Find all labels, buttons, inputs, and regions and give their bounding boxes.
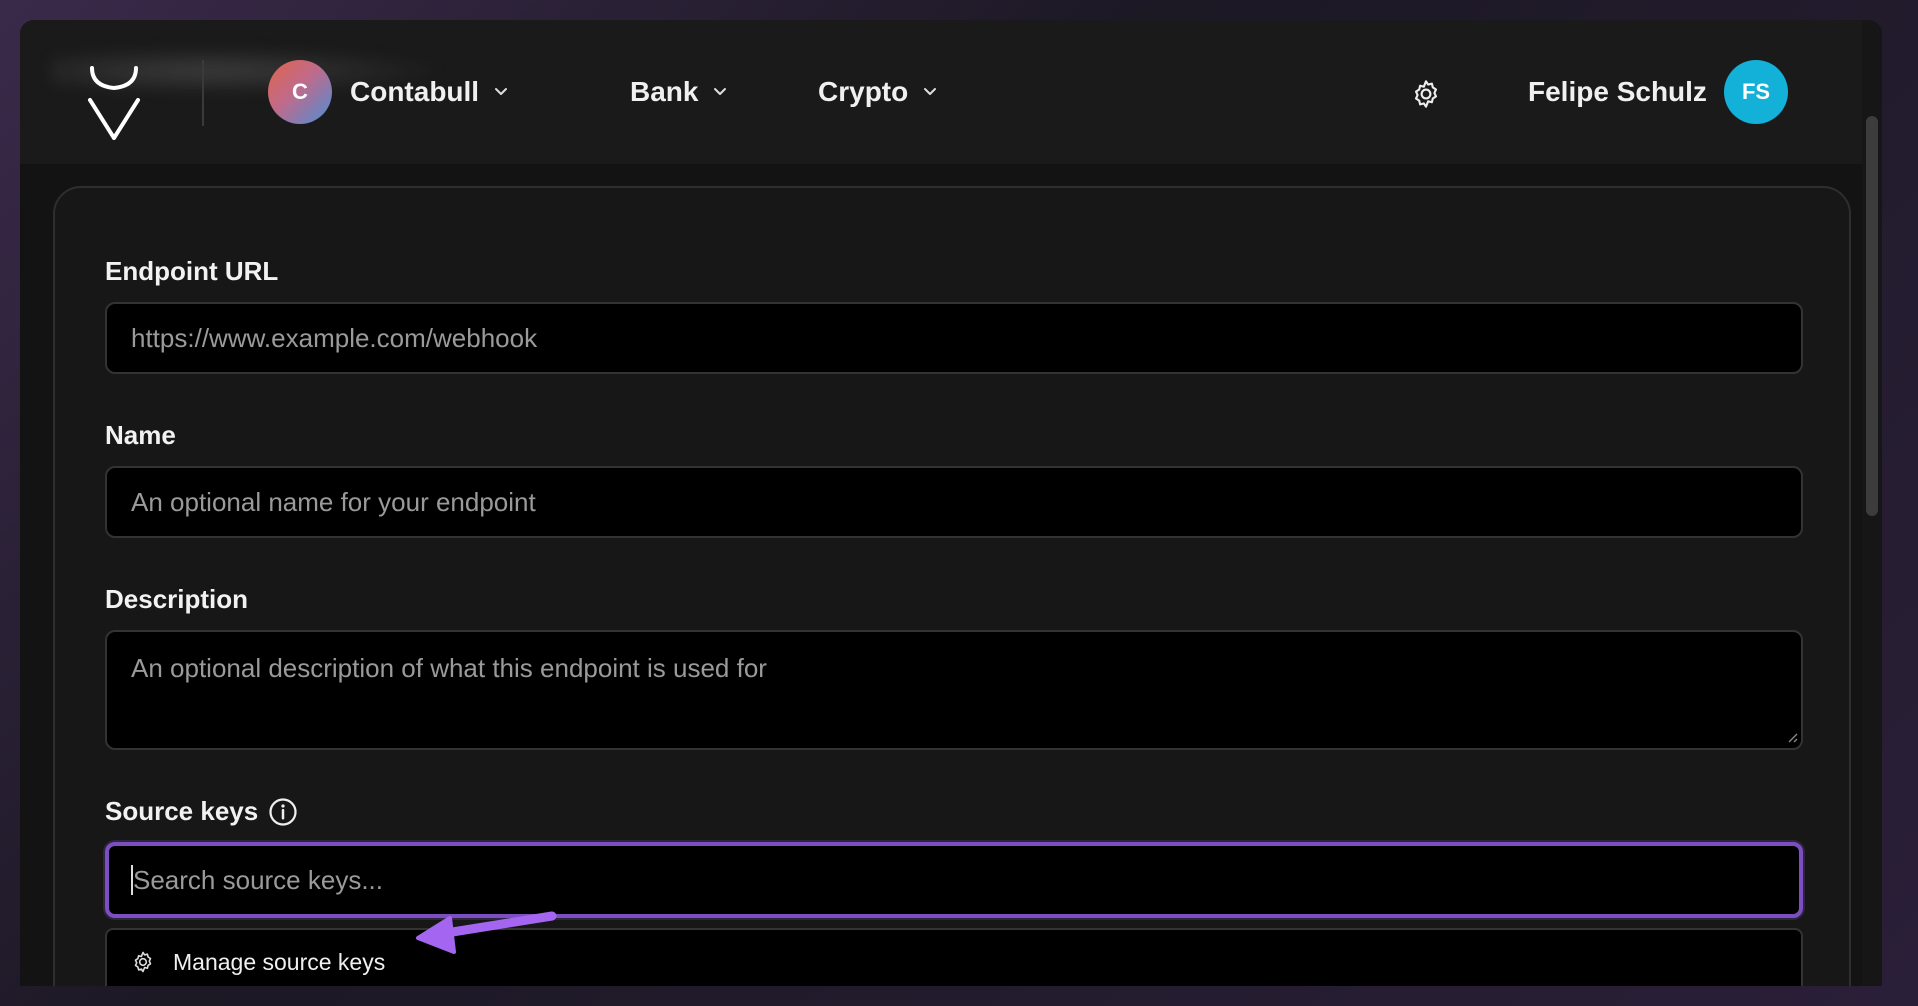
nav-menu-bank[interactable]: Bank [630,20,728,164]
settings-gear-icon[interactable] [1410,78,1442,110]
user-name[interactable]: Felipe Schulz [1528,20,1707,164]
source-keys-search-input[interactable] [105,842,1803,918]
scrollbar[interactable] [1862,20,1882,986]
nav-menu-label: Crypto [818,76,909,107]
resize-handle-icon[interactable] [1785,730,1799,744]
nav-menu-label: Bank [630,76,699,107]
chevron-down-icon [495,88,508,95]
chevron-down-icon [924,88,937,95]
manage-source-keys-option[interactable]: Manage source keys [105,928,1803,986]
text-caret [131,865,133,895]
description-label: Description [105,584,249,614]
gear-icon [134,951,152,973]
endpoint-url-label: Endpoint URL [105,256,279,286]
name-input[interactable] [105,466,1803,538]
description-textarea[interactable] [105,630,1803,750]
source-keys-label-row: Source keys [105,796,298,827]
info-icon[interactable] [268,797,298,827]
org-avatar: C [268,60,332,124]
scrollbar-thumb[interactable] [1866,116,1878,516]
app-window: C Contabull Bank Crypto Felipe Schulz FS [20,20,1882,986]
header-divider [202,60,204,126]
user-avatar[interactable]: FS [1724,60,1788,124]
nav-menu-crypto[interactable]: Crypto [818,20,938,164]
org-switcher[interactable]: C Contabull [268,20,509,164]
logo-icon[interactable] [84,60,144,140]
pointer-arrow-annotation [416,911,557,954]
source-keys-label: Source keys [105,796,259,826]
endpoint-form-card: Endpoint URL Name Description Source key… [53,186,1851,986]
org-name: Contabull [350,76,480,107]
endpoint-url-input[interactable] [105,302,1803,374]
manage-source-keys-label: Manage source keys [173,948,386,975]
top-bar: C Contabull Bank Crypto Felipe Schulz FS [20,20,1882,164]
chevron-down-icon [714,88,727,95]
name-label: Name [105,420,176,450]
